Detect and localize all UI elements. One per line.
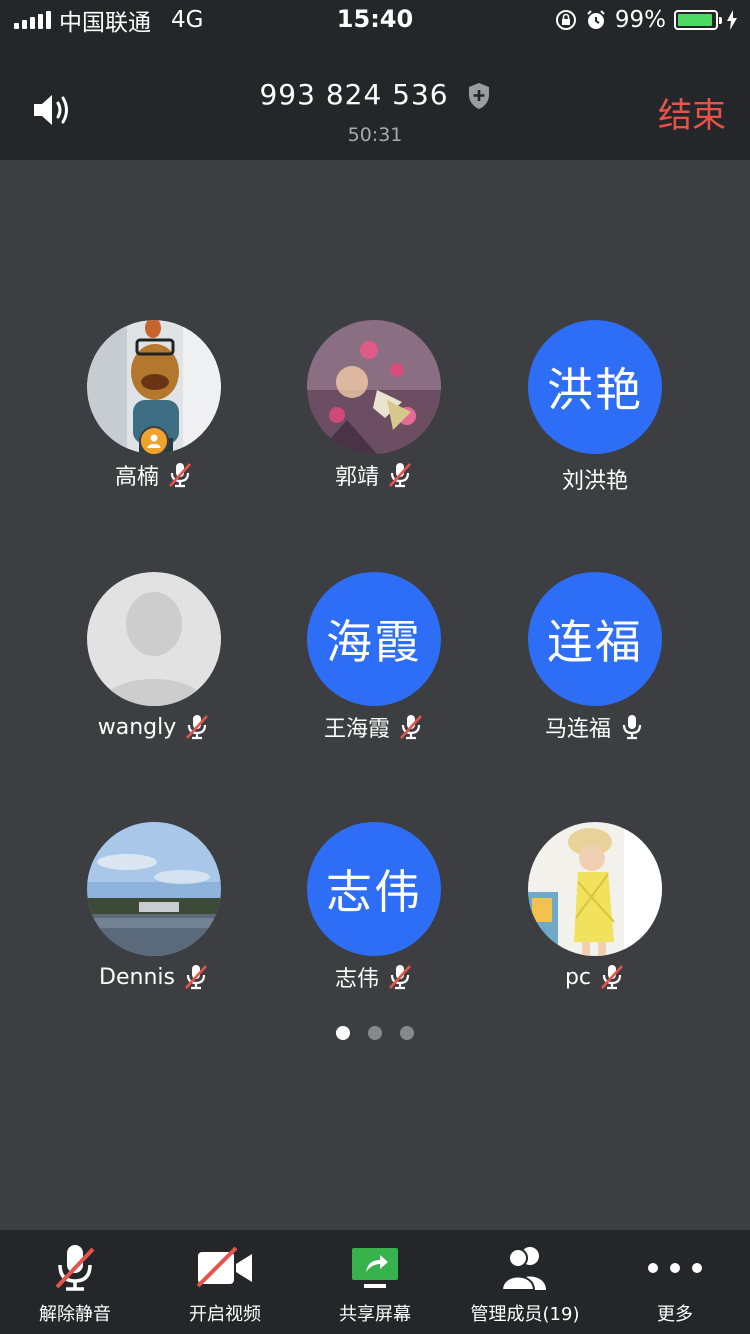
unmute-label: 解除静音 (39, 1304, 111, 1325)
mic-muted-icon (55, 1245, 95, 1291)
members-icon (500, 1247, 546, 1291)
share-screen-icon (352, 1248, 398, 1288)
participant-name: Dennis (99, 964, 175, 990)
avatar (307, 320, 441, 454)
share-screen-label: 共享屏幕 (339, 1304, 411, 1325)
meeting-toolbar: 解除静音 开启视频 共享屏幕 管理成员(19) 更多 (0, 1230, 750, 1334)
participant-tile[interactable]: 志伟 志伟 (264, 822, 484, 992)
participant-name: 郭靖 (334, 465, 379, 490)
participant-tile[interactable]: pc (485, 822, 705, 992)
mic-muted-icon (400, 715, 422, 740)
share-screen-button[interactable]: 共享屏幕 (300, 1230, 450, 1326)
meeting-id-text: 993 824 536 (259, 78, 449, 111)
participant-name: 王海霞 (323, 717, 390, 742)
more-icon (648, 1263, 702, 1273)
manage-members-button[interactable]: 管理成员(19) (450, 1230, 600, 1326)
participant-tile[interactable]: 洪艳 刘洪艳 (485, 320, 705, 494)
manage-members-label: 管理成员(19) (470, 1304, 580, 1325)
meeting-header: 993 824 536 50:31 结束 (0, 40, 750, 160)
host-badge-icon (139, 426, 169, 456)
participant-tile[interactable]: Dennis (44, 822, 264, 992)
avatar-initials: 志伟 (307, 822, 441, 956)
mic-muted-icon (185, 965, 207, 990)
participant-name: 马连福 (544, 717, 611, 742)
page-dot-2[interactable] (368, 1026, 382, 1040)
page-dot-3[interactable] (400, 1026, 414, 1040)
battery-percent: 99% (614, 7, 666, 33)
participant-name: 志伟 (334, 967, 379, 992)
page-indicator[interactable] (0, 1026, 750, 1040)
meeting-duration: 50:31 (347, 124, 403, 146)
participant-tile[interactable]: 连福 马连福 (485, 572, 705, 742)
participant-name: wangly (97, 714, 177, 740)
more-label: 更多 (657, 1304, 693, 1325)
end-meeting-button[interactable]: 结束 (658, 88, 726, 137)
mic-muted-icon (169, 463, 191, 488)
participant-tile[interactable]: wangly (44, 572, 264, 742)
page-dot-1[interactable] (336, 1026, 350, 1040)
mic-muted-icon (389, 463, 411, 488)
battery-icon (674, 10, 722, 30)
participant-tile[interactable]: 海霞 王海霞 (264, 572, 484, 742)
start-video-button[interactable]: 开启视频 (150, 1230, 300, 1326)
meeting-id: 993 824 536 (0, 78, 750, 111)
more-button[interactable]: 更多 (600, 1230, 750, 1326)
participant-name: 刘洪艳 (561, 469, 628, 494)
charging-icon (727, 10, 737, 30)
start-video-label: 开启视频 (189, 1304, 261, 1325)
status-bar: 中国联通 4G 15:40 99% (0, 0, 750, 40)
video-off-icon (196, 1246, 252, 1288)
alarm-icon (587, 10, 605, 29)
mic-muted-icon (389, 965, 411, 990)
participant-tile[interactable]: 郭靖 (264, 320, 484, 490)
lake-photo-icon (87, 822, 221, 956)
avatar (87, 572, 221, 706)
avatar (87, 822, 221, 956)
mic-on-icon (622, 715, 642, 740)
mic-muted-icon (601, 965, 623, 990)
participant-name: pc (564, 964, 592, 990)
rotation-lock-icon (555, 10, 576, 30)
avatar (87, 320, 221, 456)
child-photo-icon (528, 822, 662, 956)
participant-name: 高楠 (114, 465, 159, 490)
shield-icon[interactable] (467, 82, 491, 110)
avatar-initials: 连福 (528, 572, 662, 706)
avatar-initials: 洪艳 (528, 320, 662, 454)
flowers-photo-icon (307, 320, 441, 454)
avatar (528, 822, 662, 956)
unmute-button[interactable]: 解除静音 (0, 1230, 150, 1326)
mic-muted-icon (186, 715, 209, 740)
participant-tile[interactable]: 高楠 (44, 320, 264, 490)
avatar-initials: 海霞 (307, 572, 441, 706)
default-person-icon (87, 572, 221, 706)
